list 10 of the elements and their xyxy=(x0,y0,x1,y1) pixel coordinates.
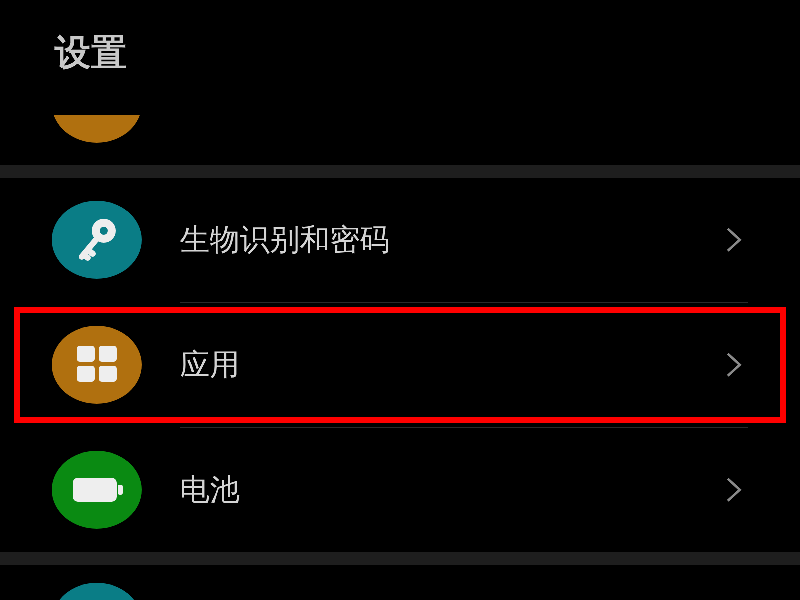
settings-row[interactable]: 电池 xyxy=(0,428,800,552)
chevron-icon xyxy=(726,352,742,378)
page-title: 设置 xyxy=(55,32,127,76)
settings-row[interactable]: 应用 xyxy=(0,303,800,427)
row-label: 应用 xyxy=(180,346,241,384)
chevron-icon xyxy=(726,227,742,253)
chevron-icon xyxy=(726,477,742,503)
row-label: 电池 xyxy=(180,472,241,510)
settings-row[interactable]: 生物识别和密码 xyxy=(0,178,800,302)
row-label: 生物识别和密码 xyxy=(180,222,391,260)
